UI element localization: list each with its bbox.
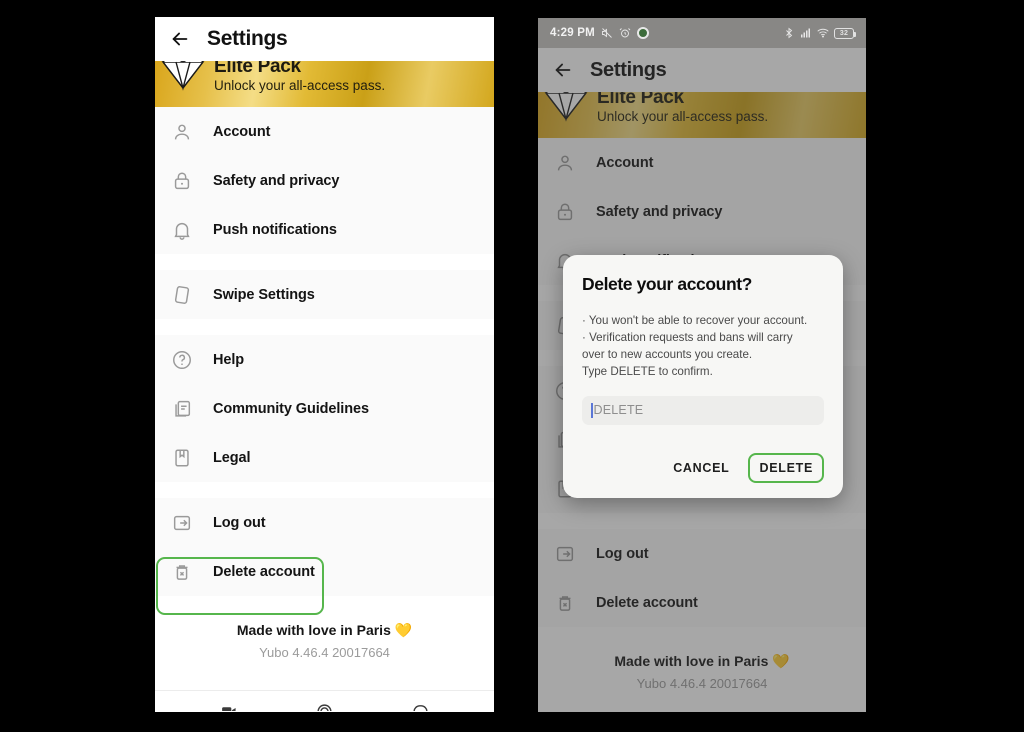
bookmark-book-icon bbox=[171, 447, 193, 469]
settings-row-log-out[interactable]: Log out bbox=[155, 498, 494, 547]
battery-icon: 32 bbox=[834, 27, 856, 39]
card-swipe-icon bbox=[171, 284, 193, 306]
screenshot-canvas: Settings Elite Pack Unlock your all-acce… bbox=[0, 0, 1024, 732]
delete-button[interactable]: DELETE bbox=[748, 452, 824, 483]
dialog-body-line: over to new accounts you create. bbox=[582, 348, 753, 362]
chat-icon[interactable] bbox=[412, 703, 429, 711]
settings-row-delete-account[interactable]: Delete account bbox=[155, 547, 494, 596]
app-bar-left: Settings bbox=[155, 17, 494, 61]
dialog-actions: CANCEL DELETE bbox=[582, 452, 824, 489]
bell-icon bbox=[171, 219, 193, 241]
app-version-text: Yubo 4.46.4 20017664 bbox=[259, 645, 390, 660]
settings-row-label: Swipe Settings bbox=[213, 286, 315, 303]
lock-icon bbox=[171, 170, 193, 192]
settings-section: Account Safety and privacy Push notificati… bbox=[155, 107, 494, 254]
documents-icon bbox=[171, 398, 193, 420]
settings-list-left: Account Safety and privacy Push notificati… bbox=[155, 107, 494, 596]
dialog-body: · You won't be able to recover your acco… bbox=[582, 312, 824, 381]
section-divider bbox=[155, 319, 494, 335]
settings-row-account[interactable]: Account bbox=[155, 107, 494, 156]
status-bar-time: 4:29 PM bbox=[550, 27, 595, 39]
made-with-love-label: Made with love in Paris bbox=[236, 622, 391, 638]
bluetooth-icon bbox=[783, 27, 795, 39]
settings-row-label: Log out bbox=[213, 514, 266, 531]
text-caret bbox=[591, 402, 593, 418]
promo-title: Elite Pack bbox=[214, 61, 301, 77]
settings-row-push-notifications[interactable]: Push notifications bbox=[155, 205, 494, 254]
settings-row-label: Help bbox=[213, 351, 245, 368]
bottom-nav-left bbox=[155, 690, 494, 712]
settings-row-legal[interactable]: Legal bbox=[155, 433, 494, 482]
cellular-signal-icon bbox=[800, 27, 812, 39]
delete-confirm-placeholder: DELETE bbox=[593, 403, 644, 418]
settings-row-swipe-settings[interactable]: Swipe Settings bbox=[155, 270, 494, 319]
settings-row-safety-and-privacy[interactable]: Safety and privacy bbox=[155, 156, 494, 205]
promo-banner-elite-pack[interactable]: Elite Pack Unlock your all-access pass. bbox=[155, 61, 494, 107]
footer-left: Made with love in Paris 💛 Yubo 4.46.4 20… bbox=[155, 596, 494, 660]
dialog-body-line: Type DELETE to confirm. bbox=[582, 365, 713, 379]
dialog-body-line: · You won't be able to recover your acco… bbox=[582, 314, 808, 327]
alarm-icon bbox=[619, 27, 631, 39]
settings-row-label: Account bbox=[213, 123, 271, 140]
dialog-title: Delete your account? bbox=[582, 274, 752, 294]
promo-subtitle: Unlock your all-access pass. bbox=[214, 78, 386, 93]
delete-account-dialog: Delete your account? · You won't be able… bbox=[563, 255, 843, 498]
mute-icon bbox=[601, 27, 613, 39]
settings-row-help[interactable]: Help bbox=[155, 335, 494, 384]
status-bar: 4:29 PM 32 bbox=[538, 18, 866, 48]
person-icon bbox=[171, 121, 193, 143]
settings-section: Log out Delete account bbox=[155, 498, 494, 596]
battery-level-label: 32 bbox=[839, 29, 849, 37]
delete-account-dialog-wrap: Delete your account? · You won't be able… bbox=[563, 255, 843, 498]
section-divider bbox=[155, 482, 494, 498]
trash-x-icon bbox=[171, 561, 193, 583]
question-circle-icon bbox=[171, 349, 193, 371]
phone-screenshot-left: Settings Elite Pack Unlock your all-acce… bbox=[155, 17, 494, 712]
dialog-body-line: · Verification requests and bans will ca… bbox=[582, 331, 793, 345]
live-icon[interactable] bbox=[220, 703, 237, 711]
settings-section: Swipe Settings bbox=[155, 270, 494, 319]
wifi-icon bbox=[817, 27, 829, 39]
delete-confirm-input[interactable]: DELETE bbox=[582, 395, 824, 425]
settings-row-label: Push notifications bbox=[213, 221, 337, 238]
phone-screenshot-right: 4:29 PM 32 Settings Elite Pack Unlock yo… bbox=[538, 18, 866, 712]
settings-row-label: Delete account bbox=[213, 563, 315, 580]
settings-row-label: Safety and privacy bbox=[213, 172, 340, 189]
settings-section: Help Community Guidelines Legal bbox=[155, 335, 494, 482]
back-arrow-icon[interactable] bbox=[169, 28, 191, 50]
made-with-love-text: Made with love in Paris 💛 bbox=[155, 622, 494, 639]
logout-icon bbox=[171, 512, 193, 534]
page-title: Settings bbox=[207, 27, 288, 50]
screen-record-icon bbox=[636, 27, 649, 39]
section-divider bbox=[155, 254, 494, 270]
settings-row-label: Legal bbox=[213, 449, 251, 466]
yellow-heart-icon: 💛 bbox=[394, 622, 413, 638]
settings-row-label: Community Guidelines bbox=[213, 400, 369, 417]
cancel-button[interactable]: CANCEL bbox=[664, 454, 738, 482]
swipe-circle-icon[interactable] bbox=[316, 703, 333, 711]
diamond-icon bbox=[159, 61, 207, 91]
settings-row-community-guidelines[interactable]: Community Guidelines bbox=[155, 384, 494, 433]
